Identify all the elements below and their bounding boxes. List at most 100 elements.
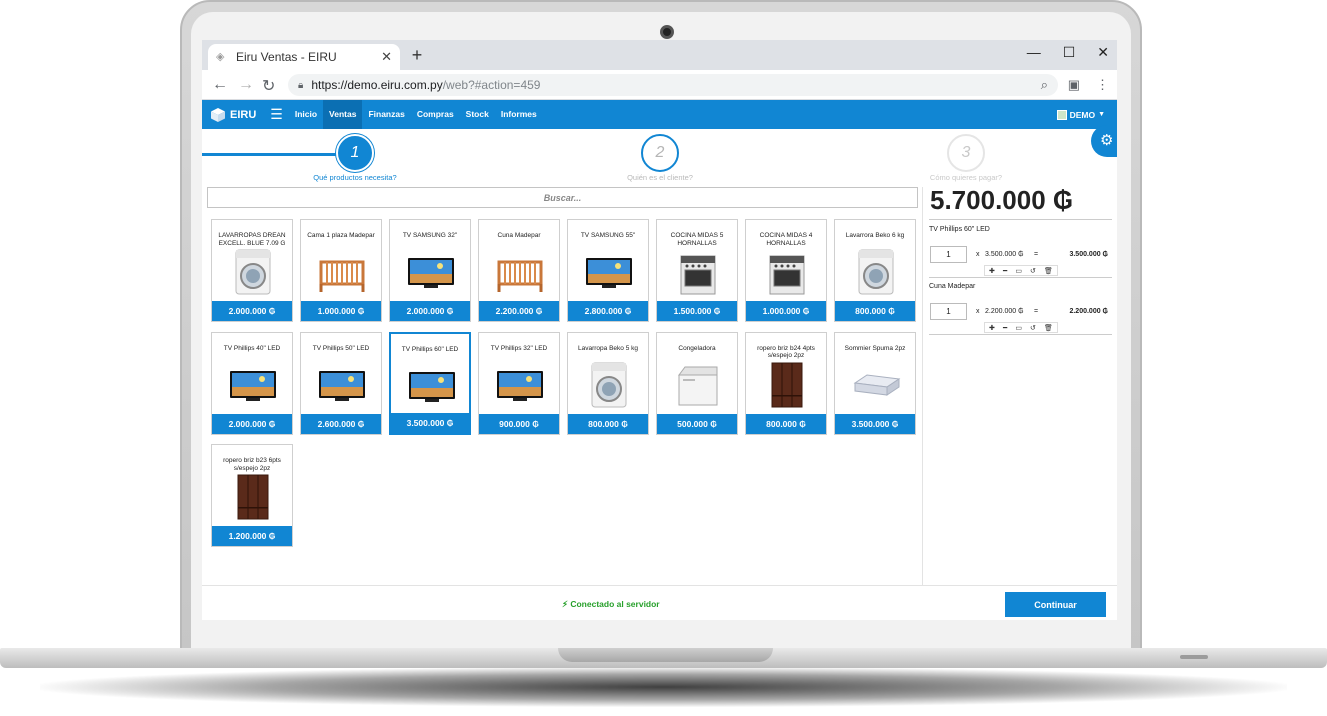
product-card[interactable]: Congeladora 500.000 ₲ [656,331,738,435]
product-price: 500.000 ₲ [657,413,737,434]
product-price: 1.500.000 ₲ [657,301,737,321]
browser-tabbar: ◈ Eiru Ventas - EIRU ✕ + — ☐ ✕ [202,40,1117,70]
tv-icon [407,362,457,410]
wizard-step-2[interactable]: 2 [641,134,679,172]
product-card[interactable]: COCINA MIDAS 4 HORNALLAS 1.000.000 ₲ [745,219,827,322]
product-card[interactable]: ropero briz b23 6pts s/espejo 2pz 1.200.0… [211,444,293,547]
stove-icon [673,248,723,296]
url-host: https://demo.eiru.com.py [311,78,443,92]
connection-status-text: Conectado al servidor [570,599,660,609]
product-card[interactable]: Lavarropa Beko 5 kg 800.000 ₲ [567,331,649,435]
lock-icon: 🔒︎ [298,79,304,91]
undo-icon[interactable]: ↺ [1030,267,1036,275]
brand-name: EIRU [230,108,257,121]
maximize-icon[interactable]: ☐ [1063,44,1076,61]
product-name: TV Phillips 32" LED [490,344,548,352]
product-card[interactable]: TV Phillips 50" LED 2.600.000 ₲ [300,331,382,435]
tab-title: Eiru Ventas - EIRU [236,50,337,64]
product-price: 2.000.000 ₲ [212,301,292,321]
nav-finanzas[interactable]: Finanzas [362,100,410,129]
window-close-icon[interactable]: ✕ [1097,44,1109,61]
product-card[interactable]: Lavarrora Beko 6 kg 800.000 ₲ [834,219,916,322]
plus-icon[interactable]: ✚ [989,324,995,332]
product-name: Cama 1 plaza Madepar [307,232,375,239]
mattress-icon [851,361,901,409]
product-price: 800.000 ₲ [835,301,915,321]
product-card[interactable]: Cuna Madepar 2.200.000 ₲ [478,219,560,322]
money-icon[interactable]: ▭ [1015,324,1022,332]
nav-inicio[interactable]: Inicio [289,100,323,129]
stove-icon [762,248,812,296]
address-bar: ← → ↻ 🔒︎ https://demo.eiru.com.py/web?#a… [202,70,1117,100]
close-icon[interactable]: ✕ [381,49,392,65]
product-name: LAVARROPAS DREAN EXCELL. BLUE 7.09 G [218,232,286,247]
forward-icon[interactable]: → [238,76,254,94]
back-icon[interactable]: ← [212,76,228,94]
minus-icon[interactable]: ━ [1003,267,1007,275]
money-icon[interactable]: ▭ [1015,267,1022,275]
search-input[interactable] [207,187,918,208]
undo-icon[interactable]: ↺ [1030,324,1036,332]
product-card[interactable]: TV Phillips 60" LED 3.500.000 ₲ [389,331,471,435]
product-price: 2.800.000 ₲ [568,301,648,321]
product-price: 800.000 ₲ [568,413,648,434]
clipboard-icon[interactable]: ▣ [1068,77,1080,93]
minus-icon[interactable]: ━ [1003,324,1007,332]
plus-icon[interactable]: ✚ [989,267,995,275]
gear-icon[interactable]: ⚙ [1091,125,1117,157]
kebab-menu-icon[interactable]: ⋮ [1096,77,1109,93]
nav-informes[interactable]: Informes [495,100,543,129]
panel-divider [922,187,923,585]
nav-ventas[interactable]: Ventas [323,100,363,129]
brand-logo[interactable]: EIRU [210,107,256,123]
user-menu[interactable]: DEMO ▼ [1056,100,1105,129]
product-card[interactable]: Sommier Spuma 2pz 3.500.000 ₲ [834,331,916,435]
product-card[interactable]: TV Phillips 40" LED 2.000.000 ₲ [211,331,293,435]
product-card[interactable]: COCINA MIDAS 5 HORNALLAS 1.500.000 ₲ [656,219,738,322]
user-name: DEMO [1069,109,1096,120]
browser-tab[interactable]: ◈ Eiru Ventas - EIRU ✕ [208,44,400,70]
wizard-step-1[interactable]: 1 [336,134,374,172]
wardrobe-icon [762,361,812,409]
hamburger-icon[interactable]: ☰ [270,106,283,123]
product-price: 2.600.000 ₲ [301,413,381,434]
product-card[interactable]: TV Phillips 32" LED 900.000 ₲ [478,331,560,435]
product-price: 1.200.000 ₲ [212,526,292,546]
webcam-icon [660,25,674,39]
url-path: /web?#action=459 [442,78,541,92]
quantity-field[interactable]: 1 [930,303,967,320]
line-item-tools: ✚ ━ ▭ ↺ 🗑︎ [984,322,1058,333]
product-card[interactable]: TV SAMSUNG 55" 2.800.000 ₲ [567,219,649,322]
divider [929,219,1112,220]
trash-icon[interactable]: 🗑︎ [1044,267,1053,275]
laptop-notch [558,648,773,662]
product-price: 1.000.000 ₲ [301,301,381,321]
product-price: 3.500.000 ₲ [835,413,915,434]
zoom-icon[interactable]: ⌕ [1041,77,1048,93]
cart-item-name: Cuna Madepar [929,283,976,290]
quantity-field[interactable]: 1 [930,246,967,263]
nav-stock[interactable]: Stock [460,100,495,129]
continue-button[interactable]: Continuar [1005,592,1106,617]
app-navbar: EIRU ☰ Inicio Ventas Finanzas Compras St… [202,100,1117,129]
divider [929,277,1112,278]
cart-line-item: Cuna Madepar 1 x 2.200.000 ₲ = 2.200.000… [929,283,1112,335]
product-name: Lavarropa Beko 5 kg [578,344,638,352]
wizard-step-3[interactable]: 3 [947,134,985,172]
times-sign: x [976,308,980,315]
url-input[interactable]: 🔒︎ https://demo.eiru.com.py/web?#action=… [288,74,1058,96]
wizard-step-2-label: Quién es el cliente? [627,173,693,182]
product-card[interactable]: ropero briz b24 4pts s/espejo 2pz 800.000… [745,331,827,435]
reload-icon[interactable]: ↻ [262,76,275,96]
new-tab-button[interactable]: + [407,45,427,66]
product-card[interactable]: Cama 1 plaza Madepar 1.000.000 ₲ [300,219,382,322]
product-name: Lavarrora Beko 6 kg [845,232,905,239]
trash-icon[interactable]: 🗑︎ [1044,324,1053,332]
product-card[interactable]: TV SAMSUNG 32" 2.000.000 ₲ [389,219,471,322]
nav-compras[interactable]: Compras [411,100,460,129]
product-name: ropero briz b23 6pts s/espejo 2pz [223,457,281,472]
laptop-led [1180,655,1208,659]
washer-icon [584,361,634,409]
minimize-icon[interactable]: — [1027,44,1041,61]
product-card[interactable]: LAVARROPAS DREAN EXCELL. BLUE 7.09 G 2.00… [211,219,293,322]
